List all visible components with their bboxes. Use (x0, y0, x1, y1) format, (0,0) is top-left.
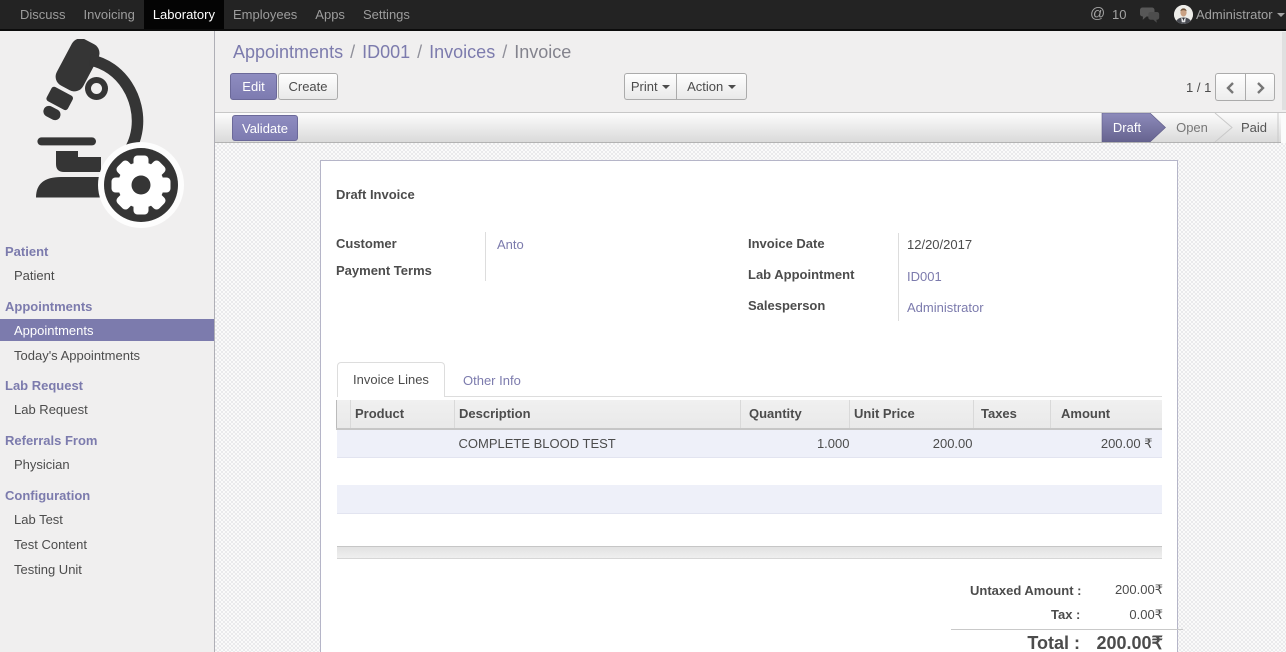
svg-text:Draft: Draft (1113, 120, 1142, 135)
svg-text:Paid: Paid (1241, 120, 1267, 135)
svg-text:Open: Open (1176, 120, 1208, 135)
